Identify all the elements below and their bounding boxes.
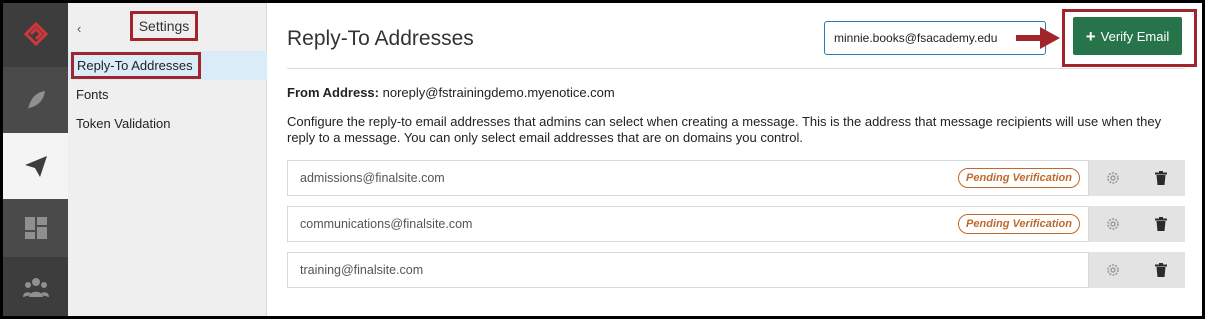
- address-row: training@finalsite.com: [287, 252, 1185, 288]
- from-address: From Address: noreply@fstrainingdemo.mye…: [287, 85, 615, 100]
- app-window: ‹ Settings Reply-To Addresses Fonts Toke…: [3, 3, 1202, 316]
- sidebar-item-reply-to-addresses[interactable]: Reply-To Addresses: [68, 51, 267, 80]
- gear-icon: [1107, 218, 1119, 230]
- address-list: admissions@finalsite.com Pending Verific…: [287, 160, 1185, 298]
- sidebar-item-label: Token Validation: [76, 116, 171, 131]
- logo-icon[interactable]: [3, 3, 68, 67]
- sidebar-item-token-validation[interactable]: Token Validation: [68, 109, 267, 138]
- annotation-arrow: [1016, 27, 1060, 49]
- trash-icon: [1155, 171, 1167, 185]
- feather-icon[interactable]: [3, 67, 68, 133]
- plus-icon: +: [1085, 26, 1096, 46]
- from-address-label: From Address:: [287, 85, 379, 100]
- dashboard-icon[interactable]: [3, 199, 68, 257]
- settings-sidebar: ‹ Settings Reply-To Addresses Fonts Toke…: [68, 3, 267, 316]
- settings-button[interactable]: [1089, 160, 1137, 196]
- verify-email-button[interactable]: + Verify Email: [1073, 17, 1182, 55]
- sidebar-item-label: Fonts: [76, 87, 109, 102]
- verify-email-label: Verify Email: [1100, 28, 1170, 44]
- delete-button[interactable]: [1137, 252, 1185, 288]
- people-icon[interactable]: [3, 257, 68, 316]
- address-row: communications@finalsite.com Pending Ver…: [287, 206, 1185, 242]
- send-icon[interactable]: [3, 133, 68, 199]
- trash-icon: [1155, 217, 1167, 231]
- delete-button[interactable]: [1137, 206, 1185, 242]
- chevron-left-icon[interactable]: ‹: [77, 21, 81, 36]
- address-email: training@finalsite.com: [300, 263, 424, 277]
- delete-button[interactable]: [1137, 160, 1185, 196]
- address-row: admissions@finalsite.com Pending Verific…: [287, 160, 1185, 196]
- sidebar-item-label: Reply-To Addresses: [71, 52, 201, 79]
- address-cell: training@finalsite.com: [287, 252, 1089, 288]
- trash-icon: [1155, 263, 1167, 277]
- settings-button[interactable]: [1089, 252, 1137, 288]
- address-email: communications@finalsite.com: [300, 217, 473, 231]
- status-badge: Pending Verification: [958, 168, 1080, 188]
- icon-rail: [3, 3, 68, 316]
- sidebar-item-fonts[interactable]: Fonts: [68, 80, 267, 109]
- address-cell: communications@finalsite.com Pending Ver…: [287, 206, 1089, 242]
- verify-email-input[interactable]: [824, 21, 1046, 55]
- sidebar-title: Settings: [130, 11, 198, 41]
- status-badge: Pending Verification: [958, 214, 1080, 234]
- gear-icon: [1107, 264, 1119, 276]
- description: Configure the reply-to email addresses t…: [287, 114, 1162, 145]
- address-email: admissions@finalsite.com: [300, 171, 445, 185]
- sidebar-nav: Reply-To Addresses Fonts Token Validatio…: [68, 51, 267, 138]
- gear-icon: [1107, 172, 1119, 184]
- from-address-value: noreply@fstrainingdemo.myenotice.com: [382, 85, 615, 100]
- main-content: Reply-To Addresses + Verify Email From A…: [267, 3, 1202, 316]
- settings-button[interactable]: [1089, 206, 1137, 242]
- page-title: Reply-To Addresses: [287, 27, 474, 50]
- address-cell: admissions@finalsite.com Pending Verific…: [287, 160, 1089, 196]
- divider: [287, 68, 1185, 69]
